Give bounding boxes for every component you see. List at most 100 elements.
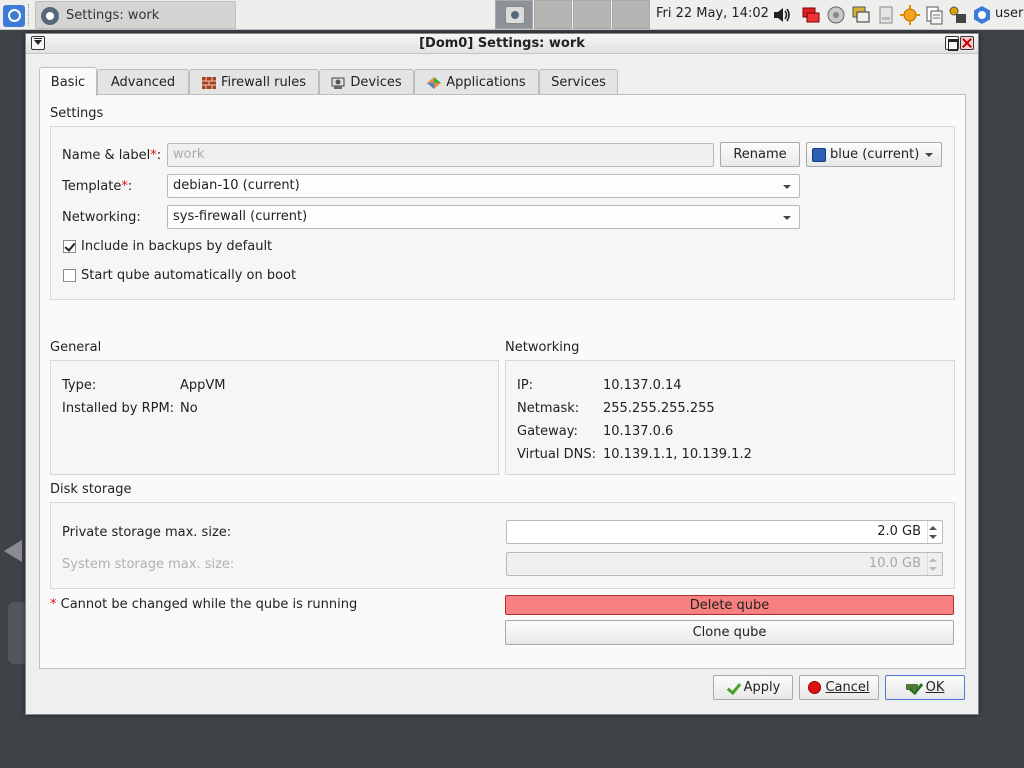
qubes-logo-icon[interactable] (972, 5, 992, 25)
disk-storage-section-title: Disk storage (50, 482, 132, 497)
gateway-label: Gateway: (517, 424, 578, 439)
label-color-select[interactable]: blue (current) (806, 142, 942, 167)
workspace-3[interactable] (573, 0, 611, 29)
qubes-menu-icon[interactable] (3, 5, 25, 27)
devices-widget-icon[interactable] (826, 5, 846, 25)
system-storage-label: System storage max. size: (62, 557, 235, 572)
chevron-down-icon (783, 185, 791, 189)
workspace-window-icon (505, 6, 525, 24)
cancel-button[interactable]: Cancel (799, 675, 879, 700)
clock[interactable]: Fri 22 May, 14:02 (656, 6, 769, 21)
tab-firewall-rules-label: Firewall rules (220, 75, 307, 90)
taskbar-window-button[interactable]: Settings: work (35, 1, 236, 29)
firewall-icon (201, 76, 216, 89)
template-value: debian-10 (current) (173, 178, 300, 193)
template-select[interactable]: debian-10 (current) (167, 174, 800, 198)
clone-qube-button[interactable]: Clone qube (505, 620, 954, 645)
private-storage-label: Private storage max. size: (62, 525, 232, 540)
installed-by-rpm-label: Installed by RPM: (62, 401, 175, 416)
taskbar-separator (28, 4, 30, 26)
apply-button[interactable]: Apply (713, 675, 793, 700)
ok-icon (905, 681, 922, 694)
autostart-checkbox[interactable] (63, 269, 76, 282)
name-label-text: Name & label (62, 148, 151, 163)
disk-storage-group: Private storage max. size: 2.0 GB System… (50, 502, 955, 589)
tab-advanced[interactable]: Advanced (97, 69, 189, 95)
settings-section-title: Settings (50, 106, 104, 121)
type-label: Type: (62, 378, 97, 393)
gateway-value: 10.137.0.6 (603, 424, 674, 439)
apply-label: Apply (743, 680, 781, 695)
chevron-down-icon (783, 216, 791, 220)
template-label-text: Template (62, 179, 122, 194)
taskbar-window-title: Settings: work (66, 7, 160, 23)
system-storage-value: 10.0 GB (868, 556, 921, 571)
disk-space-icon[interactable] (876, 5, 896, 25)
private-storage-spinbox[interactable]: 2.0 GB (506, 520, 943, 544)
workspace-4[interactable] (612, 0, 650, 29)
tab-services-label: Services (551, 75, 606, 90)
workspace-1[interactable] (495, 0, 533, 29)
required-mark: * (50, 597, 57, 612)
include-in-backups-checkbox[interactable] (63, 240, 76, 253)
spin-up-icon[interactable] (929, 526, 937, 530)
networking-section-title: Networking (505, 340, 580, 355)
settings-group: Name & label*: work Rename blue (current… (50, 126, 955, 300)
user-menu[interactable]: user (995, 6, 1023, 21)
window-titlebar[interactable]: [Dom0] Settings: work (26, 34, 978, 54)
delete-qube-button[interactable]: Delete qube (505, 595, 954, 615)
general-group: Type: AppVM Installed by RPM: No (50, 360, 499, 475)
networking-value: sys-firewall (current) (173, 209, 308, 224)
domains-widget-icon[interactable] (851, 5, 871, 25)
tab-advanced-label: Advanced (110, 75, 176, 90)
tab-devices-label: Devices (350, 75, 402, 90)
spin-up-icon (929, 558, 937, 562)
name-field: work (167, 143, 714, 167)
autostart-label: Start qube automatically on boot (81, 268, 297, 283)
maximize-icon[interactable] (945, 36, 959, 51)
clipboard-icon[interactable] (924, 5, 944, 25)
settings-gear-icon (41, 7, 59, 25)
spinbox-divider (927, 553, 928, 575)
usb-keys-icon[interactable] (948, 5, 968, 25)
system-storage-spinbox: 10.0 GB (506, 552, 943, 576)
basic-tab-panel: Settings Name & label*: work Rename blue… (39, 94, 966, 669)
name-label-label: Name & label*: (62, 148, 161, 163)
required-note-text: Cannot be changed while the qube is runn… (60, 597, 358, 612)
tab-basic-label: Basic (50, 74, 86, 90)
cancel-label: Cancel (825, 680, 870, 695)
applications-icon (427, 76, 442, 89)
ok-button[interactable]: OK (885, 675, 965, 700)
tab-basic[interactable]: Basic (39, 67, 97, 96)
spin-down-icon[interactable] (929, 535, 937, 539)
volume-icon[interactable] (772, 5, 792, 25)
rename-button[interactable]: Rename (720, 142, 800, 167)
general-section-title: General (50, 340, 102, 355)
networking-group: IP: 10.137.0.14 Netmask: 255.255.255.255… (505, 360, 955, 475)
tab-firewall-rules[interactable]: Firewall rules (189, 69, 319, 95)
tab-devices[interactable]: Devices (319, 69, 414, 95)
workspace-2[interactable] (534, 0, 572, 29)
close-icon[interactable] (960, 36, 974, 50)
taskbar: Settings: work Fri 22 May, 14:02 user (0, 0, 1024, 30)
network-manager-icon[interactable] (801, 5, 821, 25)
networking-select[interactable]: sys-firewall (current) (167, 205, 800, 229)
spinbox-divider (927, 521, 928, 543)
type-value: AppVM (180, 378, 226, 393)
cube-icon (812, 147, 826, 162)
ip-value: 10.137.0.14 (603, 378, 682, 393)
updates-icon[interactable] (900, 5, 920, 25)
ip-label: IP: (517, 378, 534, 393)
desktop-arrow-icon (4, 540, 22, 562)
virtual-dns-value: 10.139.1.1, 10.139.1.2 (603, 447, 752, 462)
networking-label: Networking: (62, 210, 141, 225)
colon: : (156, 148, 162, 163)
netmask-label: Netmask: (517, 401, 580, 416)
required-note: * Cannot be changed while the qube is ru… (50, 597, 357, 612)
virtual-dns-label: Virtual DNS: (517, 447, 596, 462)
private-storage-value: 2.0 GB (877, 524, 921, 539)
include-in-backups-label: Include in backups by default (81, 239, 273, 254)
tab-services[interactable]: Services (539, 69, 618, 95)
tab-applications[interactable]: Applications (414, 69, 539, 95)
netmask-value: 255.255.255.255 (603, 401, 715, 416)
